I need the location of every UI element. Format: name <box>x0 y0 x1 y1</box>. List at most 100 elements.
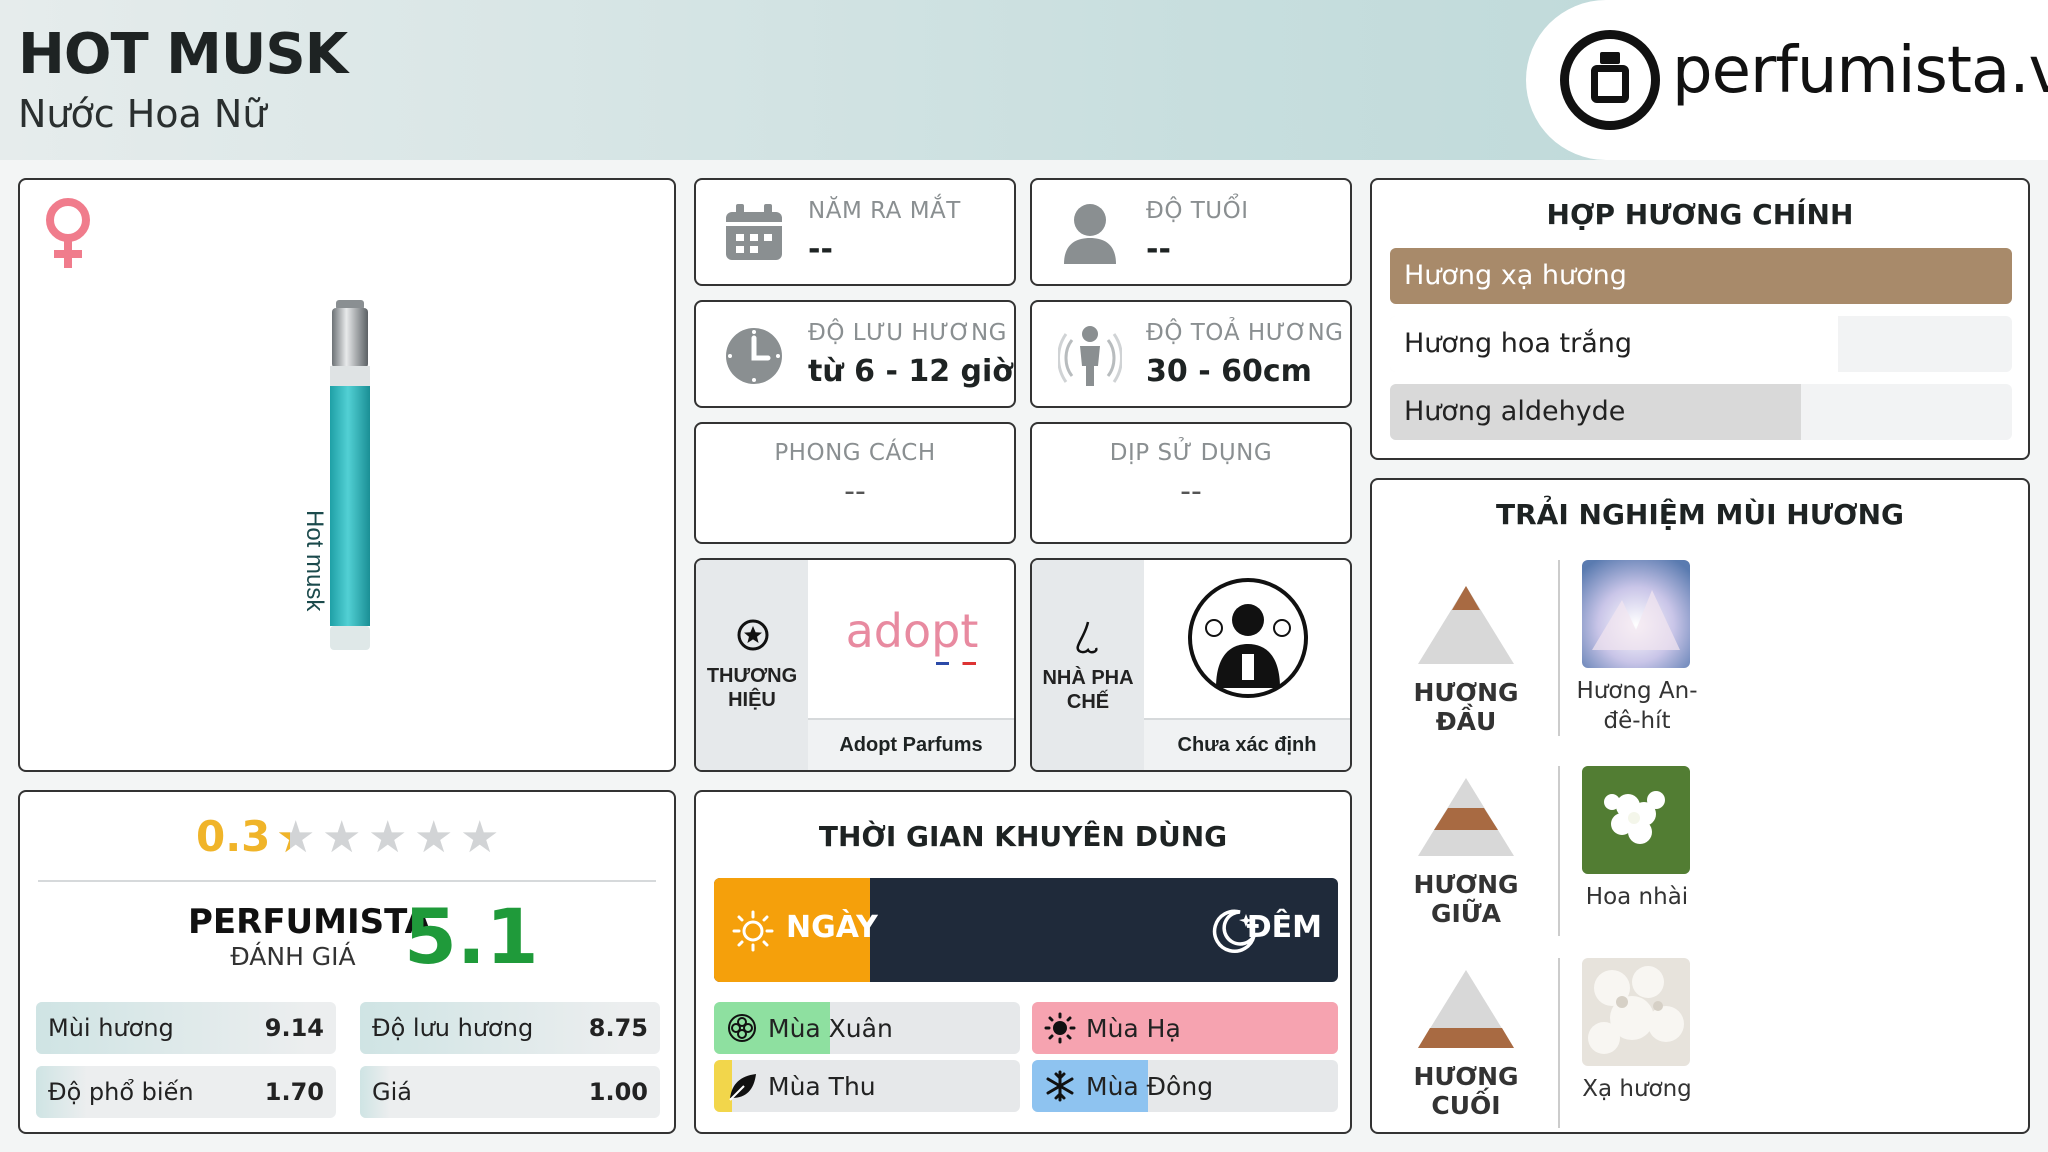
perfume-bottle-image <box>330 300 370 650</box>
accord-row[interactable]: Hương aldehyde <box>1390 384 2012 440</box>
divider <box>1558 766 1560 936</box>
accord-label: Hương xạ hương <box>1404 260 1627 291</box>
day-label: NGÀY <box>786 910 878 945</box>
style-value: -- <box>844 474 866 509</box>
perfumista-rating-subtitle: ĐÁNH GIÁ <box>230 942 356 971</box>
base-notes-label: HƯƠNG CUỐI <box>1413 1062 1519 1120</box>
divider <box>1558 560 1560 736</box>
main-accords-card: HỢP HƯƠNG CHÍNH Hương xạ hương Hương hoa… <box>1370 178 2030 460</box>
notes-title: TRẢI NGHIỆM MÙI HƯƠNG <box>1496 498 1904 531</box>
season-label: Mùa Xuân <box>768 1014 893 1043</box>
snowflake-icon <box>1046 1070 1074 1102</box>
top-notes-label: HƯƠNG ĐẦU <box>1413 678 1519 736</box>
site-logo-text[interactable]: perfumista.vn <box>1672 34 2048 108</box>
main-accords-title: HỢP HƯƠNG CHÍNH <box>1546 198 1854 231</box>
metric-price: Giá 1.00 <box>360 1066 660 1118</box>
perfumista-rating-title: PERFUMISTA <box>188 902 431 942</box>
sillage-cell: ĐỘ TOẢ HƯƠNG 30 - 60cm <box>1030 300 1352 408</box>
metric-label: Độ phổ biến <box>48 1078 194 1106</box>
middle-notes-label: HƯƠNG GIỮA <box>1413 870 1519 928</box>
bottle-label: Hot musk <box>301 510 328 612</box>
rating-star-fill: ★ <box>276 816 290 860</box>
metric-value: 9.14 <box>264 1014 324 1042</box>
sillage-value: 30 - 60cm <box>1146 354 1312 389</box>
clock-icon <box>726 328 782 384</box>
perfumer-tag-line1: NHÀ PHA <box>1042 667 1134 689</box>
pyramid-middle-icon <box>1418 778 1514 856</box>
brand-name[interactable]: Adopt Parfums <box>808 718 1014 770</box>
perfumer-cell[interactable]: NHÀ PHA CHẾ Chưa xác định <box>1030 558 1352 772</box>
pyramid-top-icon <box>1418 586 1514 664</box>
brand-logo-underline <box>936 662 976 665</box>
age-label: ĐỘ TUỔI <box>1146 198 1249 224</box>
header: HOT MUSK Nước Hoa Nữ perfumista.vn <box>0 0 2048 160</box>
accord-row[interactable]: Hương xạ hương <box>1390 248 2012 304</box>
person-icon <box>1064 204 1116 264</box>
occasion-label: DỊP SỬ DỤNG <box>1109 440 1273 466</box>
time-of-use-card: THỜI GIAN KHUYÊN DÙNG NGÀY ĐÊM Mùa Xuân <box>694 790 1352 1134</box>
season-label: Mùa Đông <box>1086 1072 1214 1101</box>
perfumer-name[interactable]: Chưa xác định <box>1144 718 1350 770</box>
launch-year-value: -- <box>808 232 833 267</box>
accord-row[interactable]: Hương hoa trắng <box>1390 316 2012 372</box>
nose-icon <box>1076 621 1098 654</box>
perfumista-logo-icon[interactable] <box>1560 30 1660 130</box>
rating-card: 0.3 ★★★★★★ PERFUMISTA ĐÁNH GIÁ 5.1 Mùi h… <box>18 790 676 1134</box>
middle-note-name: Hoa nhài <box>1585 884 1689 910</box>
longevity-value: từ 6 - 12 giờ <box>808 354 1013 389</box>
metric-label: Độ lưu hương <box>372 1014 534 1042</box>
perfumista-score: 5.1 <box>404 892 539 981</box>
perfumer-tag-line2: CHẾ <box>1066 691 1110 713</box>
flower-icon <box>728 1014 756 1042</box>
metric-value: 1.70 <box>264 1078 324 1106</box>
notes-card: TRẢI NGHIỆM MÙI HƯƠNG HƯƠNG ĐẦU Hương An… <box>1370 478 2030 1134</box>
occasion-cell: DỊP SỬ DỤNG -- <box>1030 422 1352 544</box>
perfumer-tag-panel <box>1032 560 1144 770</box>
brand-cell[interactable]: THƯƠNG HIỆU adopt Adopt Parfums <box>694 558 1016 772</box>
user-rating-score: 0.3 <box>196 812 271 861</box>
pyramid-base-icon <box>1418 970 1514 1048</box>
aldehyde-note-image[interactable] <box>1582 560 1690 668</box>
metric-popularity: Độ phổ biến 1.70 <box>36 1066 336 1118</box>
style-label: PHONG CÁCH <box>774 440 936 466</box>
longevity-label: ĐỘ LƯU HƯƠNG <box>808 320 1007 346</box>
calendar-icon <box>726 204 782 260</box>
rating-star-icon[interactable]: ★ <box>414 816 453 860</box>
sillage-label: ĐỘ TOẢ HƯƠNG <box>1146 320 1344 346</box>
occasion-value: -- <box>1180 474 1202 509</box>
rating-star-icon[interactable]: ★ <box>322 816 361 860</box>
brand-star-icon <box>737 619 769 651</box>
accord-label: Hương aldehyde <box>1404 396 1626 427</box>
season-autumn: Mùa Thu <box>714 1060 1020 1112</box>
divider <box>38 880 656 882</box>
season-label: Mùa Thu <box>768 1072 876 1101</box>
metric-label: Giá <box>372 1078 412 1106</box>
brand-tag-line1: THƯƠNG <box>706 665 798 687</box>
longevity-cell: ĐỘ LƯU HƯƠNG từ 6 - 12 giờ <box>694 300 1016 408</box>
divider <box>1558 958 1560 1128</box>
launch-year-label: NĂM RA MẮT <box>808 198 961 224</box>
leaf-icon <box>729 1074 756 1101</box>
metric-value: 8.75 <box>588 1014 648 1042</box>
style-cell: PHONG CÁCH -- <box>694 422 1016 544</box>
product-image-card: Hot musk <box>18 178 676 772</box>
brand-tag-line2: HIỆU <box>728 689 776 711</box>
launch-year-cell: NĂM RA MẮT -- <box>694 178 1016 286</box>
top-note-name-line1: Hương An- <box>1576 678 1698 704</box>
jasmine-note-image[interactable] <box>1582 766 1690 874</box>
rating-star-icon[interactable]: ★ <box>368 816 407 860</box>
season-winter: Mùa Đông <box>1032 1060 1338 1112</box>
sun-icon <box>1044 1012 1076 1044</box>
day-night-bar: NGÀY ĐÊM <box>714 878 1338 982</box>
musk-note-image[interactable] <box>1582 958 1690 1066</box>
perfumer-avatar-icon <box>1188 578 1308 698</box>
accord-label: Hương hoa trắng <box>1404 328 1633 359</box>
sun-icon <box>732 910 774 952</box>
perfume-title: HOT MUSK <box>18 22 348 87</box>
age-value: -- <box>1146 232 1171 267</box>
brand-logo[interactable]: adopt <box>808 604 1016 658</box>
age-cell: ĐỘ TUỔI -- <box>1030 178 1352 286</box>
night-label: ĐÊM <box>1246 910 1322 945</box>
base-note-name: Xạ hương <box>1582 1076 1692 1102</box>
rating-star-icon[interactable]: ★ <box>460 816 499 860</box>
